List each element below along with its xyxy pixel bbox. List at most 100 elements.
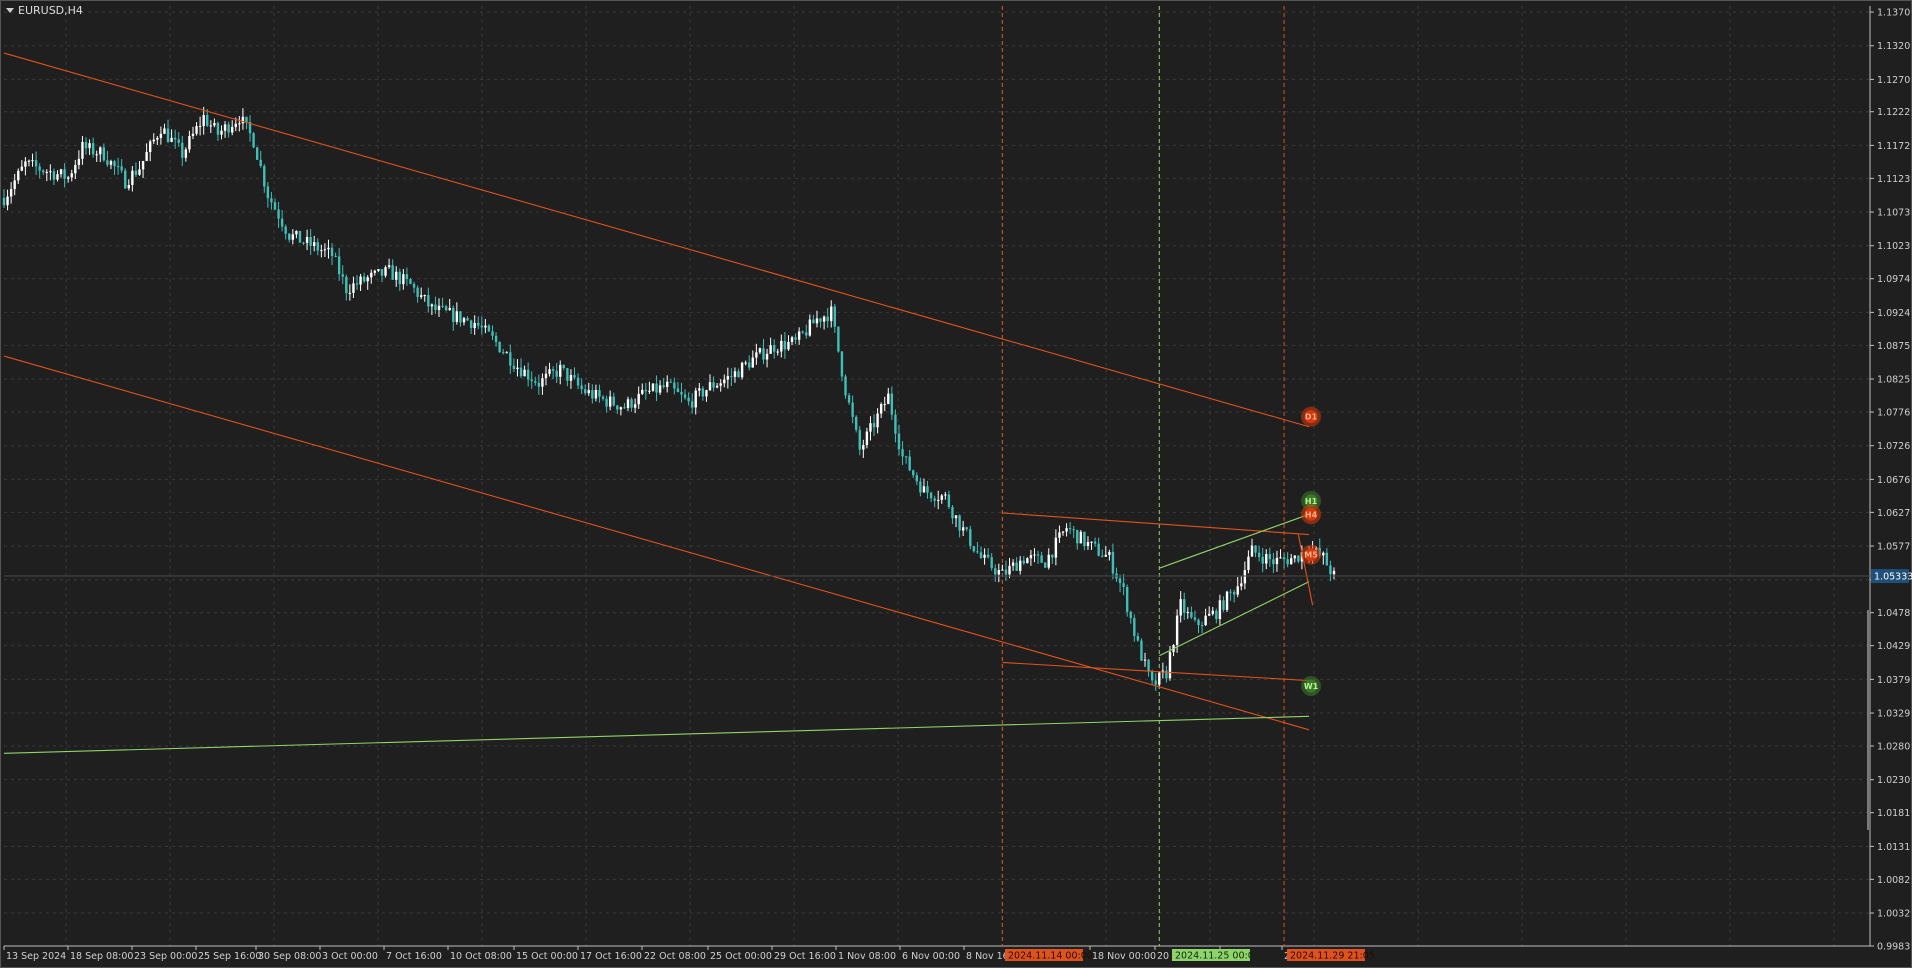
candle-body [762, 348, 765, 360]
candle-body [591, 390, 594, 399]
candle-body [484, 325, 487, 328]
candle-body [869, 423, 872, 432]
candle-body [1250, 545, 1254, 557]
candle-body [263, 165, 266, 187]
candle-body [780, 340, 783, 352]
candle-body [473, 322, 476, 329]
candle-body [31, 160, 34, 162]
candle-body [751, 357, 754, 368]
candle-body [598, 389, 601, 397]
candle-body [316, 242, 319, 251]
candle-body [523, 369, 526, 377]
candle-body [444, 306, 448, 311]
candle-body [641, 389, 644, 394]
candle-body [1147, 659, 1150, 671]
time-tick-label: 29 Oct 16:00 [774, 951, 836, 962]
candle-body [1008, 565, 1011, 575]
chevron-down-icon[interactable] [6, 8, 14, 13]
candle-body [1332, 570, 1336, 575]
candle-body [648, 390, 651, 392]
candle-body [1325, 552, 1329, 566]
candle-body [1254, 545, 1257, 553]
candle-body [822, 316, 826, 322]
candle-body [52, 171, 56, 180]
symbol-label[interactable]: EURUSD,H4 [6, 4, 83, 17]
candle-body [1229, 591, 1232, 593]
candle-body [95, 154, 98, 156]
time-tick-label: 30 Sep 08:00 [258, 951, 321, 962]
candle-body [59, 169, 63, 175]
candle-body [320, 250, 323, 252]
candle-body [698, 388, 701, 391]
candle-body [854, 416, 858, 430]
price-tick-label: 1.00829 [1877, 875, 1912, 886]
candle-body [501, 352, 505, 354]
candle-body [1215, 610, 1218, 620]
candle-body [1129, 611, 1132, 619]
candle-body [184, 149, 188, 158]
candle-body [1297, 555, 1300, 562]
price-tick-label: 1.04789 [1877, 608, 1912, 619]
candle-body [1090, 541, 1093, 543]
candle-body [559, 364, 562, 377]
candle-body [904, 456, 908, 458]
candle-body [1186, 611, 1190, 613]
candle-body [355, 283, 359, 285]
candle-body [195, 126, 198, 134]
candle-body [188, 135, 191, 150]
candle-body [1029, 555, 1033, 559]
candle-body [1076, 530, 1079, 544]
candle-body [687, 397, 690, 402]
highlighted-time-label: 2024.11.29 21:05 [1290, 951, 1375, 962]
candle-body [366, 277, 369, 282]
candle-body [9, 189, 13, 197]
candle-body [555, 370, 558, 377]
chart-window[interactable]: 1.13709 1.13209 1.12709 1.12229 1.11729 1.112… [0, 0, 1912, 968]
candle-body [1136, 635, 1140, 641]
candle-body [1054, 537, 1058, 558]
price-tick-label: 1.01319 [1877, 842, 1912, 853]
candle-body [765, 353, 769, 360]
candle-body [127, 185, 130, 189]
candle-body [91, 143, 95, 155]
candle-body [20, 166, 24, 171]
candle-body [81, 141, 84, 159]
price-tick-label: 1.10239 [1877, 241, 1912, 252]
candle-body [191, 133, 195, 136]
candle-body [494, 335, 498, 342]
candle-body [790, 337, 794, 342]
candle-body [491, 331, 494, 336]
candle-body [666, 381, 669, 387]
candle-body [1154, 680, 1157, 685]
candle-body [847, 395, 851, 403]
candle-body [434, 304, 437, 311]
timeframe-marker-label: D1 [1305, 413, 1318, 422]
candle-body [377, 269, 380, 271]
candle-body [569, 375, 573, 381]
candle-body [951, 507, 954, 519]
candle-body [879, 404, 883, 414]
candle-body [359, 276, 362, 285]
price-chart[interactable]: 1.13709 1.13209 1.12709 1.12229 1.11729 1.112… [0, 0, 1912, 968]
candle-body [49, 171, 52, 173]
candle-body [34, 160, 38, 167]
candle-body [1272, 559, 1275, 565]
candle-body [965, 527, 968, 530]
candle-body [99, 147, 102, 155]
candle-body [1036, 554, 1040, 556]
candle-body [469, 320, 473, 329]
candle-body [2, 197, 6, 206]
time-tick-label: 10 Oct 08:00 [450, 951, 512, 962]
candle-body [38, 166, 41, 171]
candle-body [740, 362, 744, 378]
candle-body [541, 378, 544, 387]
candle-body [1293, 555, 1296, 559]
candle-body [327, 247, 330, 250]
candle-body [1222, 600, 1225, 610]
candle-body [1218, 600, 1222, 620]
candle-body [1247, 556, 1250, 571]
candle-body [1118, 578, 1122, 584]
candle-body [986, 554, 990, 558]
candle-body [608, 396, 612, 407]
candle-body [116, 166, 120, 168]
